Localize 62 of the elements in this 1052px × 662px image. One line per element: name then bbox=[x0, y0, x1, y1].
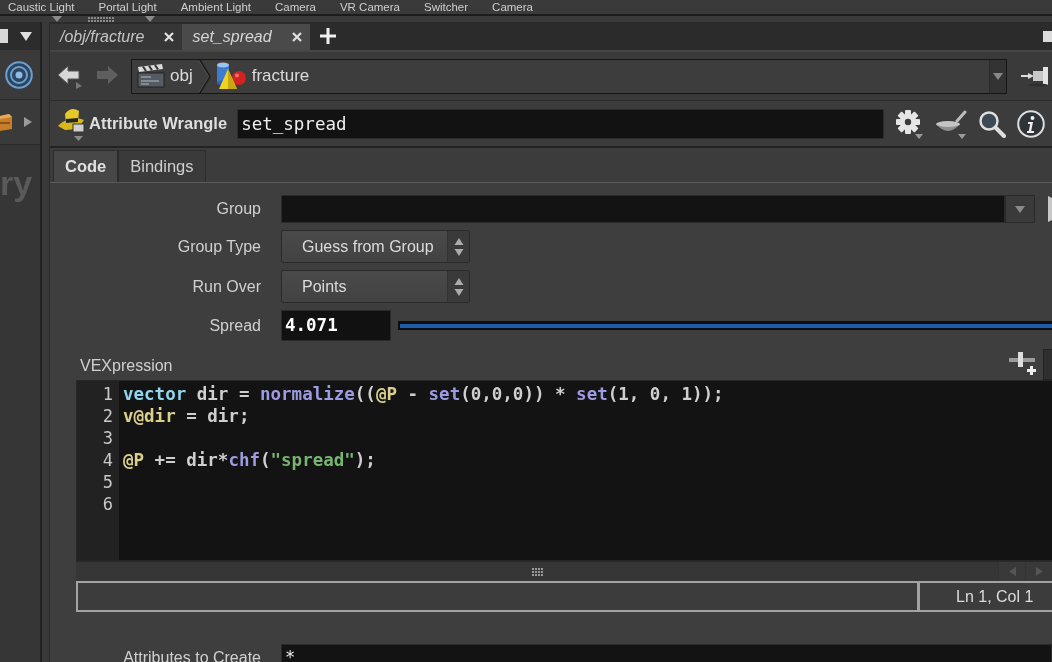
info-icon[interactable] bbox=[1017, 109, 1045, 138]
parameter-label: Group Type bbox=[176, 237, 261, 256]
clapperboard-icon bbox=[137, 64, 165, 88]
parameter-tab[interactable]: Bindings bbox=[118, 150, 206, 182]
grip-icon[interactable] bbox=[531, 567, 543, 576]
dropdown-button[interactable] bbox=[1005, 195, 1035, 223]
number-field[interactable]: 4.071 bbox=[281, 310, 391, 341]
search-icon[interactable] bbox=[978, 109, 1006, 138]
chevron-icon bbox=[198, 59, 211, 93]
shelf-tool-label[interactable]: VR Camera bbox=[339, 0, 400, 14]
back-arrow-icon[interactable] bbox=[57, 63, 83, 89]
dropdown-menu[interactable]: Points bbox=[281, 270, 470, 303]
parameter-label: Group bbox=[215, 200, 261, 218]
path-segment[interactable]: fracture bbox=[214, 61, 310, 91]
caret-icon bbox=[993, 72, 1003, 80]
path-segment[interactable]: obj bbox=[137, 64, 193, 88]
shelf-tool-label[interactable]: Switcher bbox=[424, 0, 469, 14]
dropdown-menu[interactable]: Guess from Group bbox=[281, 230, 470, 263]
shelf-tool-label[interactable]: Caustic Light bbox=[8, 0, 75, 14]
line-number: 3 bbox=[101, 427, 114, 449]
pin-icon[interactable] bbox=[1020, 65, 1050, 87]
editor-tab[interactable]: set_spread bbox=[182, 24, 311, 50]
node-type-label: Attribute Wrangle bbox=[89, 114, 228, 133]
caret-icon[interactable] bbox=[20, 31, 32, 41]
parameter-label: Spread bbox=[208, 316, 261, 335]
shelf-tool-label[interactable]: Ambient Light bbox=[180, 0, 251, 14]
plus-icon[interactable] bbox=[320, 28, 337, 44]
cursor-position: Ln 1, Col 1 bbox=[956, 587, 1034, 606]
shelf-tool-label[interactable]: Portal Light bbox=[98, 0, 157, 14]
code-editor[interactable]: 1 2 3 4 5 6 vector dir = normalize((@P - set(0,0,0)) * set(1, 0, 1)); v@dir = dir; @P += dir*chf("spread"); bbox=[76, 380, 1052, 561]
line-number: 6 bbox=[101, 493, 114, 515]
close-icon[interactable] bbox=[292, 32, 303, 42]
shapes-icon bbox=[214, 61, 247, 91]
square-icon[interactable] bbox=[1043, 30, 1052, 42]
box-icon[interactable] bbox=[0, 111, 12, 133]
rings-icon[interactable] bbox=[5, 60, 33, 89]
editor-tab[interactable]: /obj/fracture bbox=[50, 24, 183, 50]
input-field[interactable]: * bbox=[281, 644, 1052, 662]
shelf-tool-label[interactable]: Camera bbox=[275, 0, 316, 14]
code-line: vector dir = normalize((@P - set(0,0,0)) * set(1, 0, 1)); bbox=[123, 383, 725, 405]
parameter-tab[interactable]: Code bbox=[53, 150, 119, 182]
caret-icon bbox=[1015, 205, 1025, 213]
line-number: 5 bbox=[101, 471, 114, 493]
pan-icon[interactable] bbox=[935, 108, 967, 139]
line-number: 1 bbox=[101, 383, 114, 405]
code-line: v@dir = dir; bbox=[123, 405, 251, 427]
section-label: VEXpression bbox=[79, 356, 173, 376]
parameter-label: Run Over bbox=[191, 277, 261, 296]
dropdown-button[interactable] bbox=[989, 59, 1006, 93]
triangle-icon bbox=[1048, 196, 1052, 222]
line-number: 2 bbox=[101, 405, 114, 427]
grip-icon[interactable] bbox=[88, 16, 114, 22]
input-field[interactable] bbox=[281, 195, 1005, 223]
code-line: @P += dir*chf("spread"); bbox=[123, 449, 377, 471]
horizontal-scrollbar[interactable] bbox=[76, 561, 1052, 581]
name-field[interactable]: set_spread bbox=[237, 108, 884, 139]
gear-icon[interactable] bbox=[894, 108, 924, 139]
close-icon[interactable] bbox=[164, 32, 175, 42]
path-field[interactable]: obj fracture bbox=[131, 58, 1007, 94]
shelf-tool-label[interactable]: Camera bbox=[492, 0, 533, 14]
line-number: 4 bbox=[101, 449, 114, 471]
slider-plus-icon[interactable] bbox=[1008, 349, 1038, 377]
